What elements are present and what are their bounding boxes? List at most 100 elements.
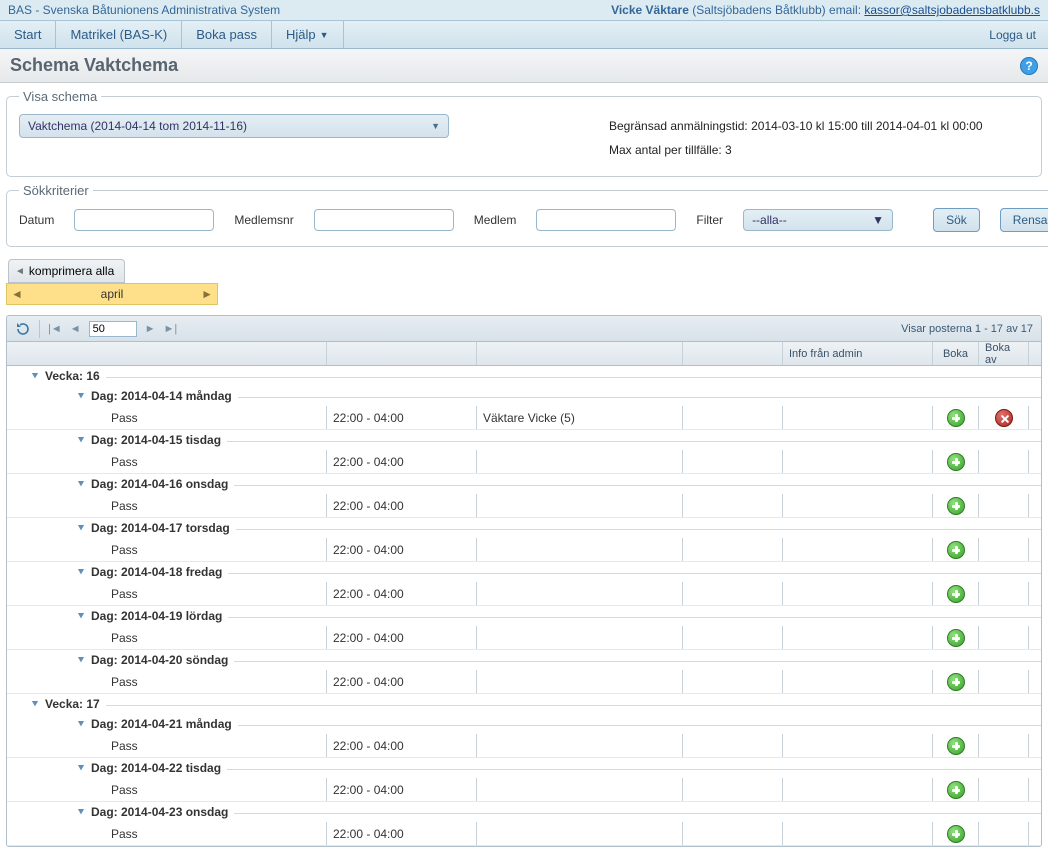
add-icon[interactable] (947, 453, 965, 471)
menu-item[interactable]: Matrikel (BAS-K) (56, 21, 182, 48)
menu-item[interactable]: Hjälp▼ (272, 21, 344, 48)
pass-time: 22:00 - 04:00 (327, 778, 477, 801)
pass-boka (933, 778, 979, 801)
refresh-icon[interactable] (15, 321, 31, 337)
schema-dropdown[interactable]: Vaktchema (2014-04-14 tom 2014-11-16) ▼ (19, 114, 449, 138)
week-group[interactable]: ⯆Vecka: 16 (7, 366, 1041, 386)
week-label: Vecka: 17 (45, 697, 100, 711)
collapse-icon[interactable]: ⯆ (77, 719, 85, 730)
delete-icon[interactable] (995, 409, 1013, 427)
medlemsnr-input[interactable] (314, 209, 454, 231)
next-page-icon[interactable]: ► (145, 323, 156, 335)
pass-time: 22:00 - 04:00 (327, 582, 477, 605)
add-icon[interactable] (947, 781, 965, 799)
logout-link[interactable]: Logga ut (977, 21, 1048, 48)
add-icon[interactable] (947, 585, 965, 603)
collapse-icon[interactable]: ⯆ (77, 479, 85, 490)
week-group[interactable]: ⯆ Vecka: 17 (7, 694, 1041, 714)
chevron-down-icon: ▼ (872, 213, 884, 227)
search-button[interactable]: Sök (933, 208, 980, 232)
add-icon[interactable] (947, 497, 965, 515)
day-group[interactable]: ⯆ Dag: 2014-04-14 måndag (7, 386, 1041, 406)
collapse-icon[interactable]: ⯆ (77, 523, 85, 534)
clear-button[interactable]: Rensa (1000, 208, 1048, 232)
prev-page-icon[interactable]: ◄ (70, 323, 81, 335)
compress-all-button[interactable]: ◄ komprimera alla (8, 259, 125, 283)
email-link[interactable]: kassor@saltsjobadensbatklubb.s (864, 3, 1040, 17)
day-label: Dag: 2014-04-14 måndag (91, 389, 232, 403)
datum-input[interactable] (74, 209, 214, 231)
pass-time: 22:00 - 04:00 (327, 670, 477, 693)
page-header: Schema Vaktchema ? (0, 49, 1048, 83)
collapse-icon[interactable]: ⯆ (77, 435, 85, 446)
add-icon[interactable] (947, 825, 965, 843)
pass-boka (933, 450, 979, 473)
collapse-icon[interactable]: ⯆ (77, 807, 85, 818)
col-blank-2 (327, 342, 477, 365)
pass-admin (783, 406, 933, 429)
day-group[interactable]: ⯆ Dag: 2014-04-16 onsdag (7, 474, 1041, 494)
next-month-arrow-icon[interactable]: ► (201, 287, 213, 301)
menu-item[interactable]: Boka pass (182, 21, 272, 48)
grid-header: Info från admin Boka Boka av (7, 342, 1041, 366)
col-admin-info: Info från admin (783, 342, 933, 365)
help-icon[interactable]: ? (1020, 57, 1038, 75)
pass-admin (783, 778, 933, 801)
last-page-icon[interactable]: ►| (164, 323, 178, 335)
add-icon[interactable] (947, 629, 965, 647)
collapse-icon[interactable]: ⯆ (31, 699, 39, 710)
pass-bokaav (979, 494, 1029, 517)
collapse-icon[interactable]: ⯆ (77, 655, 85, 666)
menu-left: Start Matrikel (BAS-K) Boka passHjälp▼ (0, 21, 344, 48)
pass-label: Pass (7, 494, 327, 517)
schema-info: Begränsad anmälningstid: 2014-03-10 kl 1… (609, 114, 1029, 162)
pass-bokaav (979, 734, 1029, 757)
pass-bokaav (979, 778, 1029, 801)
day-group[interactable]: ⯆ Dag: 2014-04-22 tisdag (7, 758, 1041, 778)
pass-extra (683, 538, 783, 561)
day-group[interactable]: ⯆Dag: 2014-04-21 måndag (7, 714, 1041, 734)
filter-dropdown[interactable]: --alla-- ▼ (743, 209, 893, 231)
day-group[interactable]: ⯆ Dag: 2014-04-20 söndag (7, 650, 1041, 670)
page-size-input[interactable] (89, 321, 137, 337)
menu-item[interactable]: Start (0, 21, 56, 48)
show-schema-legend: Visa schema (19, 89, 101, 104)
menu-item-label: Matrikel (BAS-K) (70, 27, 167, 42)
pass-admin (783, 670, 933, 693)
day-group[interactable]: ⯆Dag: 2014-04-17 torsdag (7, 518, 1041, 538)
filter-value: --alla-- (752, 213, 787, 227)
max-per-slot: Max antal per tillfälle: 3 (609, 138, 1029, 162)
pass-extra (683, 450, 783, 473)
day-label: Dag: 2014-04-16 onsdag (91, 477, 228, 491)
add-icon[interactable] (947, 541, 965, 559)
add-icon[interactable] (947, 737, 965, 755)
collapse-icon[interactable]: ⯆ (77, 391, 85, 402)
menu-bar: Start Matrikel (BAS-K) Boka passHjälp▼ Log… (0, 21, 1048, 49)
day-label: Dag: 2014-04-20 söndag (91, 653, 228, 667)
add-icon[interactable] (947, 673, 965, 691)
user-info: Vicke Väktare (Saltsjöbadens Båtklubb) e… (611, 3, 1040, 17)
pass-bokaav (979, 582, 1029, 605)
pass-admin (783, 494, 933, 517)
day-group[interactable]: ⯆Dag: 2014-04-23 onsdag (7, 802, 1041, 822)
pass-member (477, 778, 683, 801)
schema-dropdown-value: Vaktchema (2014-04-14 tom 2014-11-16) (28, 119, 247, 133)
day-label: Dag: 2014-04-22 tisdag (91, 761, 221, 775)
collapse-icon[interactable]: ⯆ (77, 611, 85, 622)
pass-extra (683, 822, 783, 845)
pass-label: Pass (7, 406, 327, 429)
collapse-icon[interactable]: ⯆ (31, 371, 39, 382)
day-group[interactable]: ⯆Dag: 2014-04-18 fredag (7, 562, 1041, 582)
day-group[interactable]: ⯆Dag: 2014-04-15 tisdag (7, 430, 1041, 450)
add-icon[interactable] (947, 409, 965, 427)
first-page-icon[interactable]: |◄ (48, 323, 62, 335)
medlem-input[interactable] (536, 209, 676, 231)
pass-label: Pass (7, 626, 327, 649)
collapse-icon[interactable]: ⯆ (77, 763, 85, 774)
collapse-icon[interactable]: ⯆ (77, 567, 85, 578)
menu-item-label: Start (14, 27, 41, 42)
pass-label: Pass (7, 538, 327, 561)
day-group[interactable]: ⯆Dag: 2014-04-19 lördag (7, 606, 1041, 626)
chevron-down-icon: ▼ (320, 30, 329, 40)
prev-month-arrow-icon[interactable]: ◄ (11, 287, 23, 301)
